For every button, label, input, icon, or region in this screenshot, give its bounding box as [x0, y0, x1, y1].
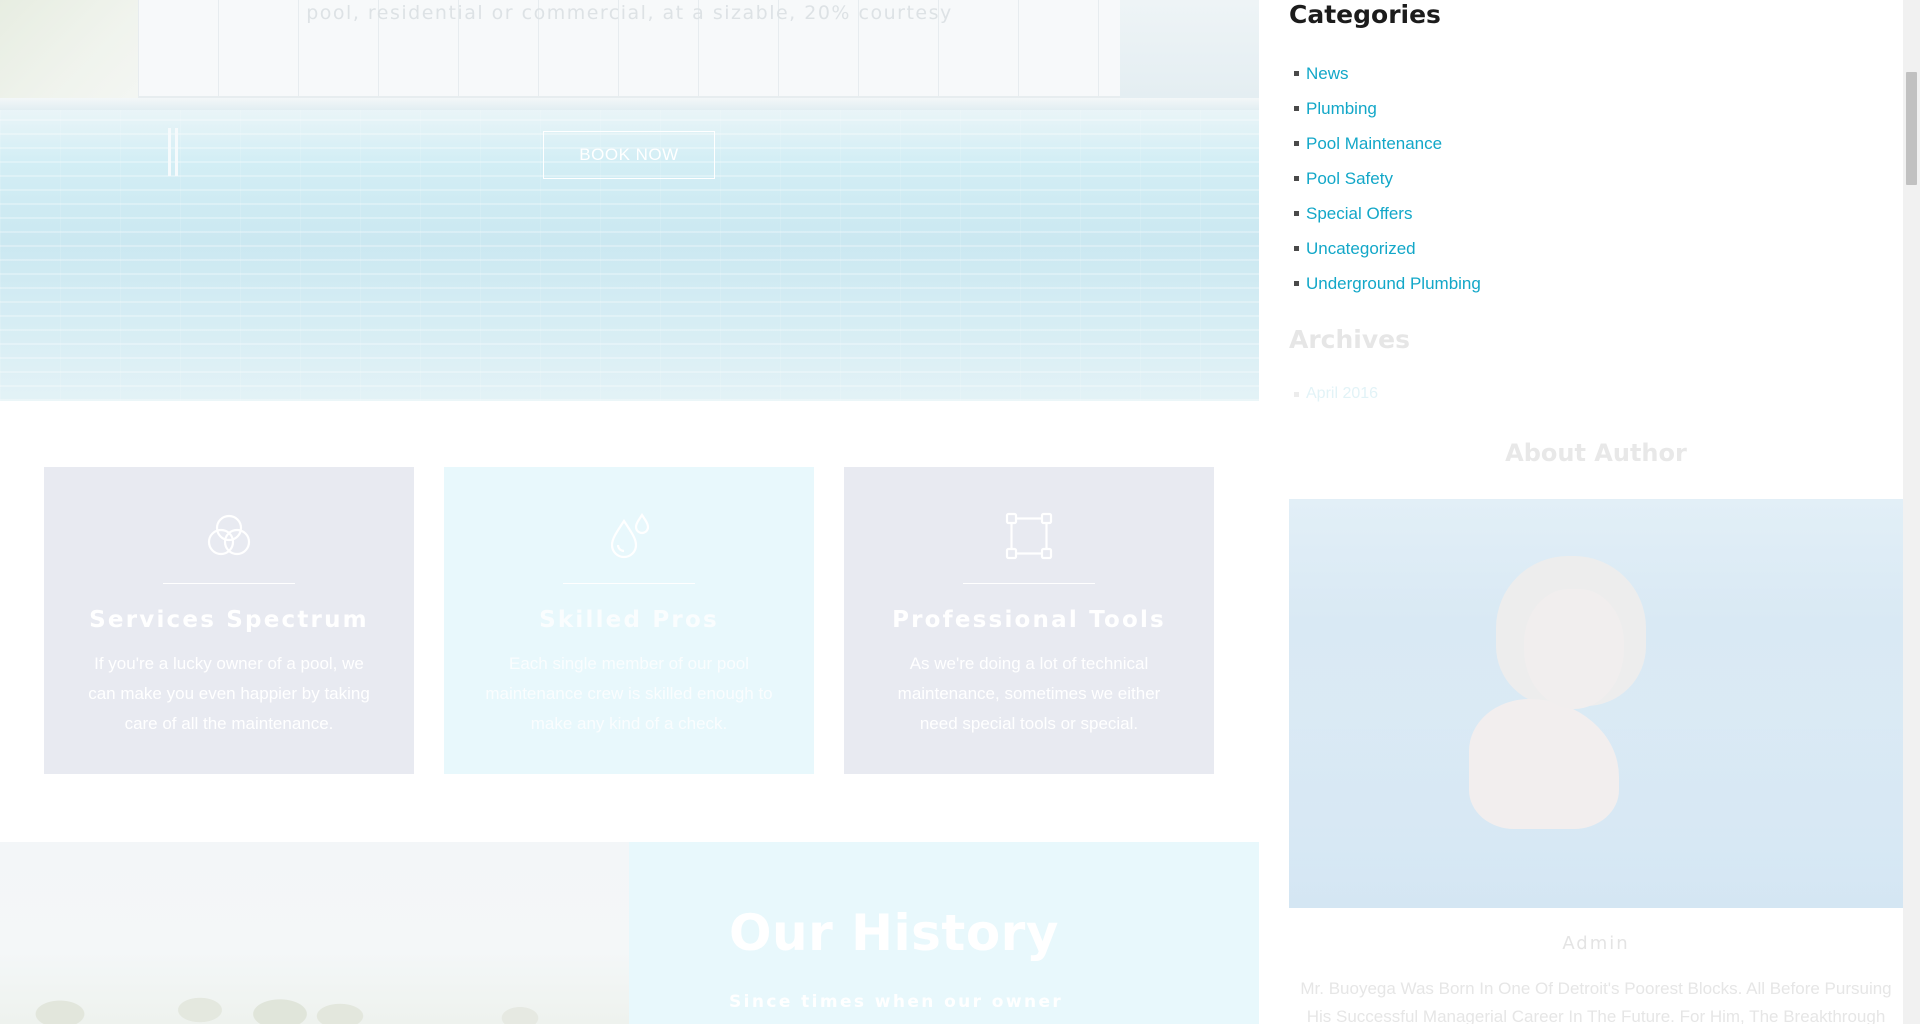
water-drops-icon [604, 511, 654, 561]
archive-item: April 2016 [1289, 384, 1378, 404]
category-link-special-offers[interactable]: Special Offers [1306, 204, 1412, 224]
bullet-icon [1294, 391, 1299, 397]
feature-title: Skilled Pros [539, 607, 719, 633]
bullet-icon [1294, 246, 1299, 251]
bullet-icon [1294, 281, 1299, 286]
card-divider [963, 583, 1095, 584]
feature-card-skilled: Skilled Pros Each single member of our p… [444, 467, 814, 774]
hero-banner: pool, residential or commercial, at a si… [0, 0, 1259, 401]
history-panel: Our History Since times when our owner [629, 842, 1259, 1024]
category-item: Underground Plumbing [1289, 266, 1481, 301]
category-link-news[interactable]: News [1306, 64, 1349, 84]
author-bio: Mr. Buoyega Was Born In One Of Detroit's… [1300, 979, 1892, 1024]
category-link-underground-plumbing[interactable]: Underground Plumbing [1306, 274, 1481, 294]
bullet-icon [1294, 176, 1299, 181]
category-item: Pool Safety [1289, 161, 1481, 196]
category-link-plumbing[interactable]: Plumbing [1306, 99, 1377, 119]
sidebar: Categories News Plumbing Pool Maintenanc… [1289, 0, 1903, 1024]
hero-tagline: pool, residential or commercial, at a si… [306, 2, 953, 24]
category-link-pool-safety[interactable]: Pool Safety [1306, 169, 1393, 189]
pool-ladder [168, 128, 178, 176]
category-link-uncategorized[interactable]: Uncategorized [1306, 239, 1416, 259]
feature-description: Each single member of our pool maintenan… [485, 654, 773, 733]
bullet-icon [1294, 211, 1299, 216]
book-now-button[interactable]: BOOK NOW [543, 131, 715, 179]
bullet-icon [1294, 141, 1299, 146]
category-item: Uncategorized [1289, 231, 1481, 266]
overlapping-circles-icon [204, 511, 254, 561]
history-title: Our History [729, 904, 1059, 962]
category-item: News [1289, 56, 1481, 91]
feature-card-services: Services Spectrum If you're a lucky owne… [44, 467, 414, 774]
card-divider [163, 583, 295, 584]
page-scrollbar[interactable] [1903, 0, 1920, 1024]
bullet-icon [1294, 71, 1299, 76]
author-photo [1289, 499, 1903, 908]
feature-description: As we're doing a lot of technical mainte… [897, 654, 1161, 733]
categories-title: Categories [1289, 0, 1441, 29]
about-author-title: About Author [1505, 439, 1687, 467]
category-item: Pool Maintenance [1289, 126, 1481, 161]
feature-card-tools: Professional Tools As we're doing a lot … [844, 467, 1214, 774]
history-image [0, 842, 629, 1024]
card-divider [563, 583, 695, 584]
category-link-pool-maintenance[interactable]: Pool Maintenance [1306, 134, 1442, 154]
pool-deck [0, 98, 1259, 110]
categories-list: News Plumbing Pool Maintenance Pool Safe… [1289, 56, 1481, 301]
scrollbar-thumb[interactable] [1906, 72, 1917, 185]
category-item: Plumbing [1289, 91, 1481, 126]
archives-title: Archives [1289, 325, 1410, 354]
category-item: Special Offers [1289, 196, 1481, 231]
feature-description: If you're a lucky owner of a pool, we ca… [88, 654, 370, 733]
archive-link-april-2016[interactable]: April 2016 [1306, 385, 1378, 403]
palm-trees-image [0, 964, 629, 1024]
vector-square-icon [1004, 511, 1054, 561]
history-subtitle: Since times when our owner [729, 992, 1064, 1012]
feature-title: Services Spectrum [89, 607, 369, 633]
bullet-icon [1294, 106, 1299, 111]
author-name: Admin [1562, 933, 1630, 954]
feature-title: Professional Tools [892, 607, 1166, 633]
